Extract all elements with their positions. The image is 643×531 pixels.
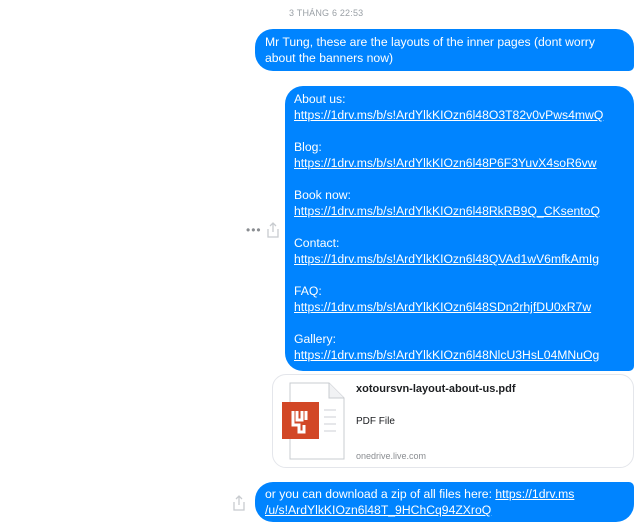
- message-actions-last: [232, 495, 246, 511]
- link-url[interactable]: https://1drv.ms/b/s!ArdYlkKIOzn6l48P6F3Y…: [294, 155, 625, 171]
- message-text: Mr Tung, these are the layouts of the in…: [265, 35, 595, 65]
- message-actions: •••: [246, 222, 280, 238]
- link-book-now: Book now: https://1drv.ms/b/s!ArdYlkKIOz…: [294, 187, 625, 219]
- attachment-domain: onedrive.live.com: [356, 451, 427, 461]
- attachment-title[interactable]: xotoursvn-layout-about-us.pdf: [356, 383, 516, 395]
- link-label: FAQ:: [294, 284, 322, 298]
- share-icon[interactable]: [266, 222, 280, 238]
- message-text: or you can download a zip of all files h…: [265, 487, 496, 501]
- link-contact: Contact: https://1drv.ms/b/s!ArdYlkKIOzn…: [294, 235, 625, 267]
- attachment-card[interactable]: xotoursvn-layout-about-us.pdf PDF File o…: [272, 374, 634, 468]
- link-label: Blog:: [294, 140, 322, 154]
- attachment-type: PDF File: [356, 416, 395, 427]
- zip-line-2: /u/s!ArdYlkKIOzn6l48T_9HChCq94ZXroQ: [265, 502, 624, 518]
- link-url[interactable]: https://1drv.ms/b/s!ArdYlkKIOzn6l48QVAd1…: [294, 251, 625, 267]
- link-url[interactable]: https://1drv.ms/b/s!ArdYlkKIOzn6l48O3T82…: [294, 107, 625, 123]
- message-bubble-links[interactable]: About us: https://1drv.ms/b/s!ArdYlkKIOz…: [285, 86, 634, 371]
- link-gallery: Gallery: https://1drv.ms/b/s!ArdYlkKIOzn…: [294, 331, 625, 363]
- zip-line-1: or you can download a zip of all files h…: [265, 486, 624, 502]
- pdf-document-icon: [282, 382, 345, 460]
- message-bubble-zip[interactable]: or you can download a zip of all files h…: [255, 482, 634, 522]
- zip-link-continued[interactable]: /u/s!ArdYlkKIOzn6l48T_9HChCq94ZXroQ: [265, 503, 491, 517]
- message-timestamp: 3 THÁNG 6 22:53: [289, 8, 364, 18]
- link-label: Book now:: [294, 188, 351, 202]
- link-blog: Blog: https://1drv.ms/b/s!ArdYlkKIOzn6l4…: [294, 139, 625, 171]
- link-label: Contact:: [294, 236, 340, 250]
- link-faq: FAQ: https://1drv.ms/b/s!ArdYlkKIOzn6l48…: [294, 283, 625, 315]
- link-url[interactable]: https://1drv.ms/b/s!ArdYlkKIOzn6l48RkRB9…: [294, 203, 625, 219]
- zip-link[interactable]: https://1drv.ms: [495, 487, 574, 501]
- message-bubble-intro[interactable]: Mr Tung, these are the layouts of the in…: [255, 29, 634, 71]
- link-about-us: About us: https://1drv.ms/b/s!ArdYlkKIOz…: [294, 91, 625, 123]
- link-label: About us:: [294, 92, 346, 106]
- link-url[interactable]: https://1drv.ms/b/s!ArdYlkKIOzn6l48SDn2r…: [294, 299, 625, 315]
- link-url[interactable]: https://1drv.ms/b/s!ArdYlkKIOzn6l48NlcU3…: [294, 347, 625, 363]
- link-label: Gallery:: [294, 332, 336, 346]
- share-icon[interactable]: [232, 495, 246, 511]
- more-options-icon[interactable]: •••: [246, 224, 262, 236]
